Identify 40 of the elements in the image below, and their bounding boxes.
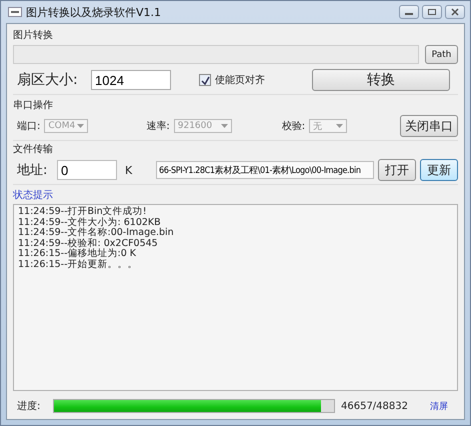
check-icon bbox=[200, 76, 210, 84]
group-title: 图片转换 bbox=[13, 28, 53, 42]
log-line: 11:24:59--文件大小为: 6102KB bbox=[18, 218, 162, 228]
path-field[interactable] bbox=[13, 45, 419, 64]
log-line: 11:26:15--开始更新。。。 bbox=[18, 260, 139, 270]
window-title: 图片转换以及烧录软件V1.1 bbox=[26, 4, 162, 20]
update-button[interactable]: 更新 bbox=[420, 159, 458, 181]
log-line: 11:26:15--偏移地址为:0 K bbox=[18, 249, 138, 259]
path-button[interactable]: Path bbox=[425, 45, 458, 64]
log-line: 11:24:59--校验和: 0x2CF0545 bbox=[18, 238, 159, 248]
progress-label: 进度: bbox=[17, 400, 42, 413]
close-button[interactable] bbox=[445, 5, 465, 19]
caret-icon bbox=[220, 124, 228, 128]
close-icon bbox=[450, 8, 460, 16]
app-icon bbox=[8, 7, 22, 17]
clear-link[interactable]: 清屏 bbox=[430, 400, 448, 412]
maximize-icon bbox=[427, 8, 437, 16]
sector-label: 扇区大小: bbox=[17, 71, 79, 89]
log-line: 11:24:59--文件名称:00-Image.bin bbox=[18, 228, 175, 238]
caret-icon bbox=[336, 124, 344, 128]
open-button[interactable]: 打开 bbox=[378, 159, 416, 181]
minimize-button[interactable] bbox=[399, 5, 419, 19]
field-label: 端口: bbox=[17, 120, 40, 133]
sector-field[interactable]: 1024 bbox=[91, 70, 171, 90]
status-title: 状态提示 bbox=[13, 188, 53, 202]
address-label: 地址: bbox=[17, 162, 48, 179]
align-checkbox[interactable]: 使能页对齐 bbox=[199, 73, 265, 87]
address-field[interactable]: 0 bbox=[57, 160, 117, 180]
close-port-button[interactable]: 关闭串口 bbox=[400, 115, 458, 137]
convert-button[interactable]: 转换 bbox=[312, 69, 450, 91]
field-label: 校验: bbox=[282, 120, 306, 133]
group-title: 串口操作 bbox=[13, 98, 53, 112]
caret-icon bbox=[77, 124, 84, 128]
file-path-field[interactable]: 66-SPI-Y1.28C1素材及工程\01-素材\Logo\00-Image.bin bbox=[156, 161, 374, 179]
log-line: 11:24:59--打开Bin文件成功! bbox=[18, 207, 148, 217]
maximize-button[interactable] bbox=[422, 5, 442, 19]
progress-reading: 46657/48832 bbox=[341, 400, 408, 412]
field-label: 速率: bbox=[146, 120, 170, 133]
group-title: 文件传输 bbox=[13, 142, 53, 156]
unit-label: K bbox=[125, 164, 132, 176]
